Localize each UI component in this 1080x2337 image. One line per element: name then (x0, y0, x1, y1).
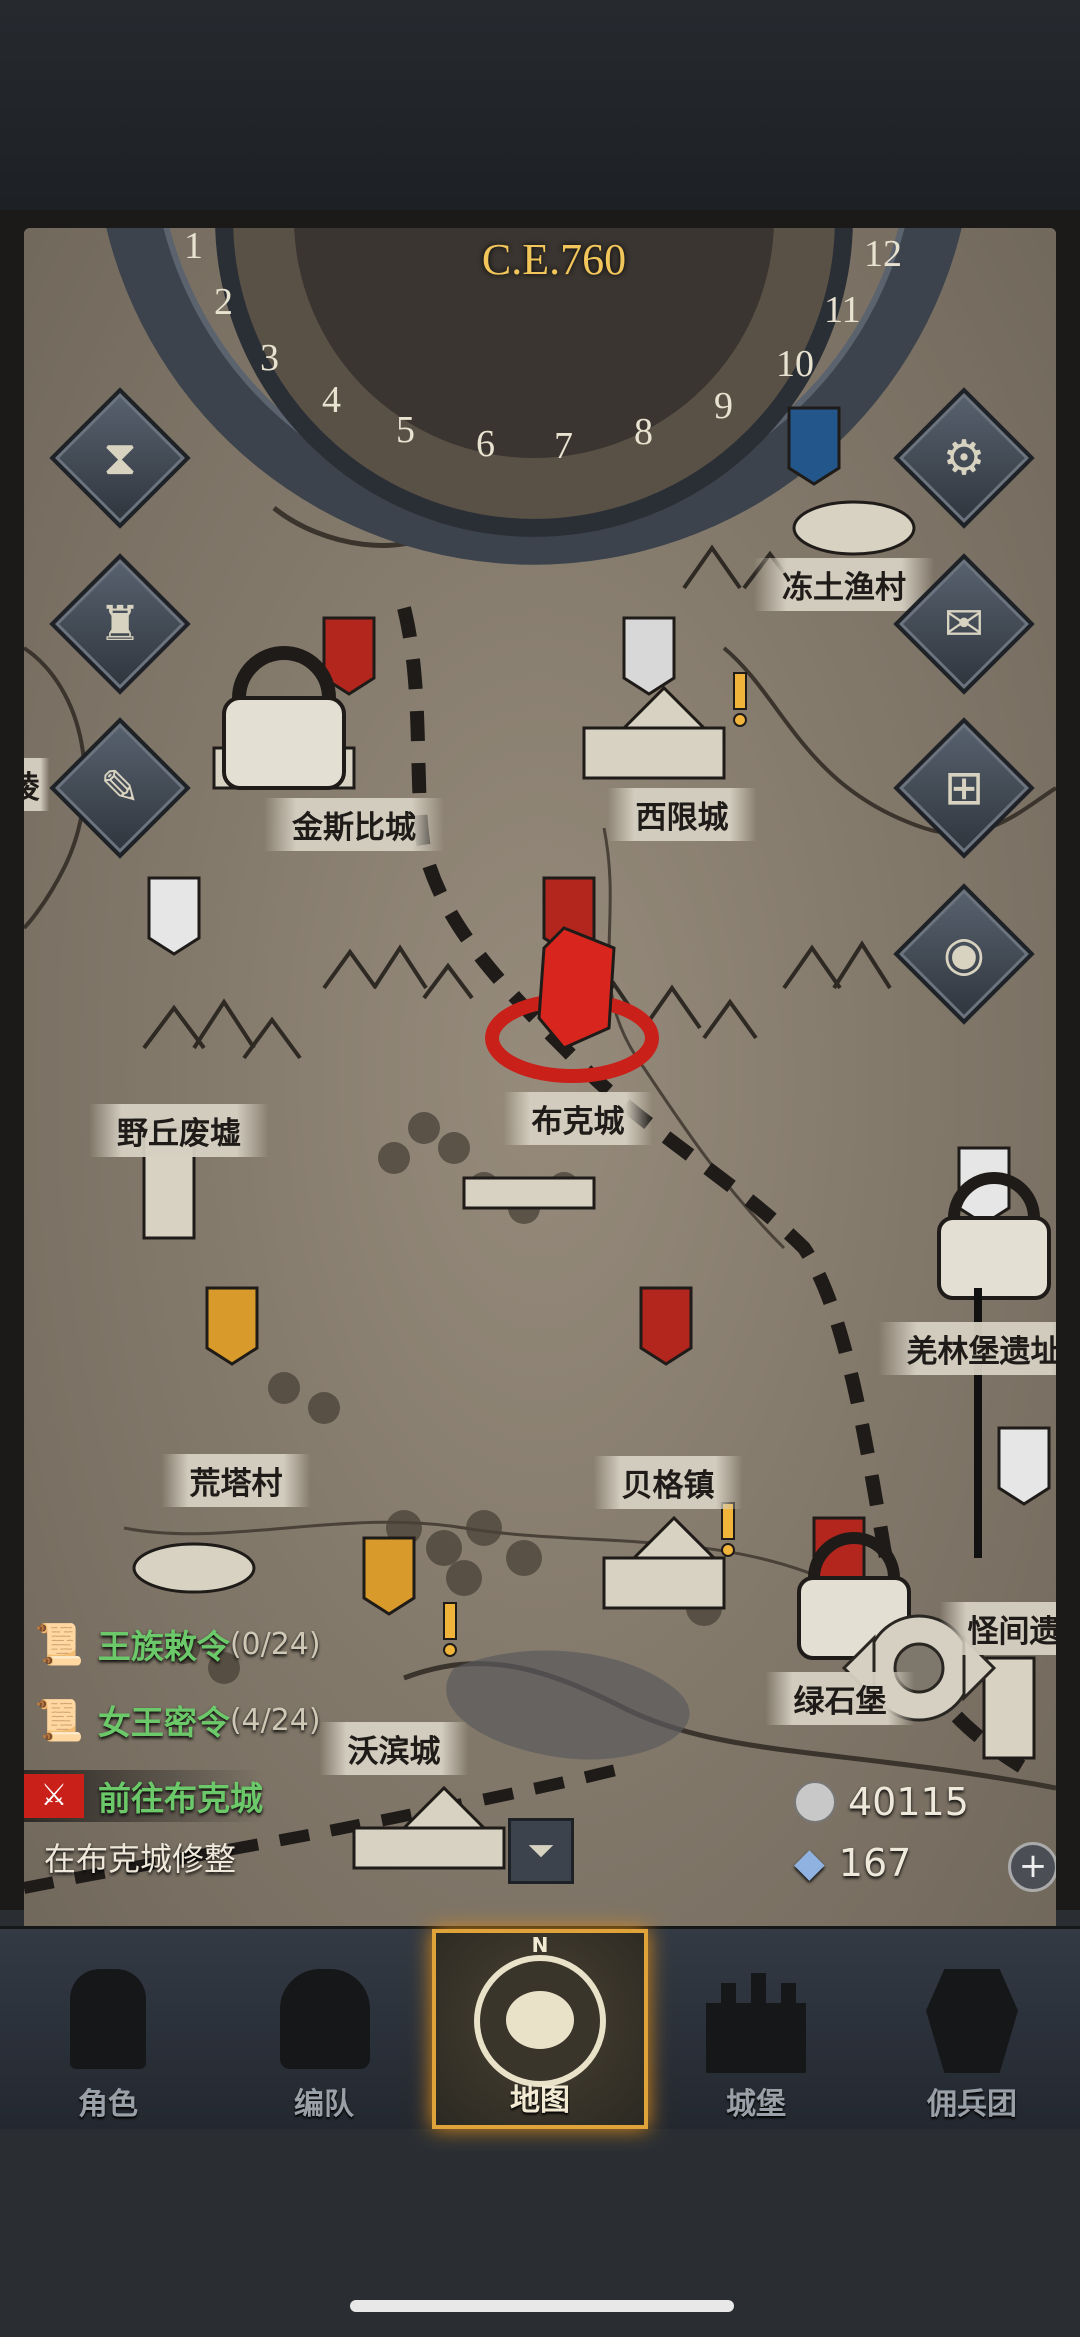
location-yeqiu[interactable]: 野丘废墟 (89, 1104, 269, 1157)
quest-go-buke[interactable]: ⚔ 前往布克城 (24, 1770, 263, 1822)
month-10: 10 (776, 343, 814, 385)
location-lvshi[interactable]: 绿石堡 (765, 1672, 915, 1725)
compass-north: N (531, 1933, 549, 1957)
world-map[interactable]: C.E.760 1 2 3 4 5 6 7 8 9 10 11 12 金斯比城 … (24, 228, 1056, 2108)
castle-icon (706, 1973, 806, 2073)
tab-map[interactable]: N 地图 (432, 1929, 648, 2129)
month-6: 6 (476, 423, 495, 465)
location-left-edge[interactable]: 陵 (24, 758, 50, 811)
plus-icon: + (1018, 1846, 1048, 1886)
tab-mercenary[interactable]: 佣兵团 (864, 1929, 1080, 2129)
mail-icon: ✉ (943, 596, 985, 652)
knight-icon (70, 1969, 146, 2069)
location-dongtu[interactable]: 冻土渔村 (754, 558, 934, 611)
silver-amount: 40115 (848, 1780, 969, 1824)
tab-label: 角色 (78, 2087, 138, 2122)
era-label: C.E.760 (481, 235, 627, 284)
tab-label: 编队 (294, 2087, 354, 2122)
quest-title: 女王密令 (97, 1703, 230, 1742)
location-qianglin[interactable]: 羌林堡遗址 (878, 1322, 1056, 1375)
tab-label: 佣兵团 (927, 2087, 1017, 2122)
chevron-down-icon: ⏷ (527, 1831, 555, 1871)
tab-formation[interactable]: 编队 (216, 1929, 432, 2129)
location-woobin[interactable]: 沃滨城 (319, 1722, 469, 1775)
gear-icon: ⚙ (942, 430, 986, 486)
crystal-amount: 167 (838, 1841, 912, 1885)
location-guaijian[interactable]: 怪间遗 (939, 1602, 1056, 1655)
status-text: 在布克城修整 (44, 1840, 237, 1878)
mercenary-icon (926, 1969, 1018, 2073)
compass-map-icon (474, 1955, 606, 2087)
month-7: 7 (554, 425, 573, 467)
coin-icon: ◉ (943, 926, 985, 982)
hourglass-icon: ⧗ (103, 429, 137, 486)
month-9: 9 (714, 385, 733, 427)
add-crystal-button[interactable]: + (1008, 1842, 1056, 1892)
tab-castle[interactable]: 城堡 (648, 1929, 864, 2129)
map-frame: C.E.760 1 2 3 4 5 6 7 8 9 10 11 12 金斯比城 … (0, 210, 1080, 2108)
month-2: 2 (214, 281, 233, 323)
location-huangta[interactable]: 荒塔村 (161, 1454, 311, 1507)
month-11: 11 (824, 289, 861, 331)
month-12: 12 (864, 233, 902, 275)
tab-character[interactable]: 角色 (0, 1929, 216, 2129)
quest-count: (0/24) (229, 1626, 321, 1662)
month-3: 3 (260, 337, 279, 379)
quest-queen-order[interactable]: 📜 女王密令 (4/24) (34, 1694, 321, 1746)
location-xixian[interactable]: 西限城 (607, 788, 757, 841)
month-1: 1 (184, 228, 203, 267)
location-kingsby[interactable]: 金斯比城 (264, 798, 444, 851)
month-5: 5 (396, 409, 415, 451)
scroll-icon: ✎ (99, 760, 141, 816)
helmet-icon (280, 1969, 370, 2069)
month-8: 8 (634, 411, 653, 453)
collapse-button[interactable]: ⏷ (508, 1818, 574, 1884)
quest-title: 前往布克城 (98, 1779, 263, 1818)
scroll-icon: 📜 (34, 1621, 84, 1668)
money-bag-icon: ♜ (98, 596, 142, 652)
quest-royal-decree[interactable]: 📜 王族敕令 (0/24) (34, 1618, 321, 1670)
status-bar-area (0, 0, 1080, 210)
month-4: 4 (322, 379, 341, 421)
crossed-swords-icon: ⚔ (24, 1774, 84, 1818)
silver-coin-icon (794, 1781, 836, 1823)
tab-label: 地图 (510, 2083, 570, 2118)
quest-title: 王族敕令 (97, 1627, 230, 1666)
location-beige[interactable]: 贝格镇 (593, 1456, 743, 1509)
silver-resource: 40115 (794, 1780, 969, 1824)
quest-count: (4/24) (229, 1702, 321, 1738)
scroll-icon: 📜 (34, 1697, 84, 1744)
crystal-resource: ◆ 167 (794, 1840, 911, 1886)
tab-label: 城堡 (726, 2087, 786, 2122)
location-buke[interactable]: 布克城 (503, 1092, 653, 1145)
bottom-nav: 角色 编队 N 地图 城堡 佣兵团 (0, 1926, 1080, 2129)
inventory-grid-icon: ⊞ (943, 760, 985, 816)
home-indicator (350, 2300, 734, 2312)
crystal-icon: ◆ (794, 1840, 825, 1886)
